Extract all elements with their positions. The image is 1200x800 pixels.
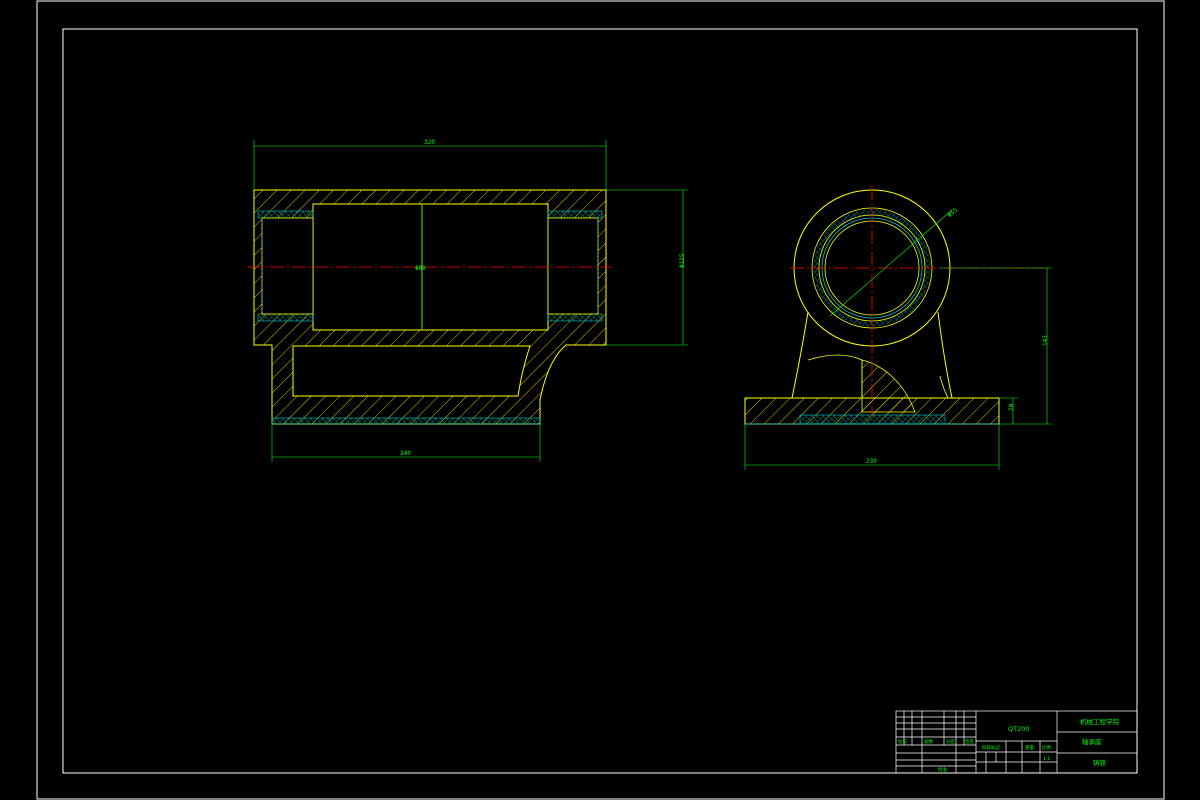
- title-school: 机械工程学院: [1080, 717, 1120, 726]
- bore-left: [261, 217, 314, 315]
- dim-base-length: 240: [400, 450, 411, 457]
- bushing-left-bottom: [257, 313, 314, 322]
- dim-top-width: 320: [424, 139, 435, 146]
- row-label-1: 处数: [924, 738, 933, 745]
- side-view: Φ55 143 20 230: [744, 186, 1052, 470]
- cad-drawing-sheet: 320 Φ125 Φ80 240 Φ55 143 20 230 QT200 机械…: [36, 0, 1165, 800]
- title-part-name: 轴承座: [1082, 737, 1102, 746]
- stage-label-0: 阶段标记: [982, 744, 1000, 751]
- row-label-2: 分区: [946, 738, 955, 745]
- side-web-hatch: [861, 359, 916, 413]
- title-drawing-no: QT200: [1008, 725, 1030, 733]
- title-material: 铸铁: [1093, 758, 1107, 767]
- row-label-0: 标记: [898, 738, 907, 745]
- dim-base-width: 230: [866, 458, 877, 465]
- bushing-left-top: [257, 210, 314, 219]
- dim-height: Φ125: [679, 253, 686, 268]
- side-base-strip: [799, 414, 946, 425]
- title-scale: 1:1: [1043, 756, 1050, 762]
- stage-label-2: 比例: [1042, 744, 1051, 751]
- front-base-strip: [271, 417, 541, 425]
- dim-ring-diameter: Φ55: [946, 207, 959, 220]
- bushing-right-top: [547, 210, 603, 219]
- stage-label-1: 重量: [1025, 744, 1034, 751]
- row-label-3: 签名: [965, 738, 974, 745]
- bushing-right-bottom: [547, 313, 603, 322]
- dim-center-height: 143: [1042, 335, 1049, 346]
- front-section-view: 320 Φ125 Φ80 240: [248, 139, 688, 462]
- dim-bore: Φ80: [415, 265, 426, 272]
- approve-label: 批准: [938, 766, 947, 773]
- dim-base-thickness: 20: [1008, 403, 1015, 411]
- bore-right: [547, 217, 599, 315]
